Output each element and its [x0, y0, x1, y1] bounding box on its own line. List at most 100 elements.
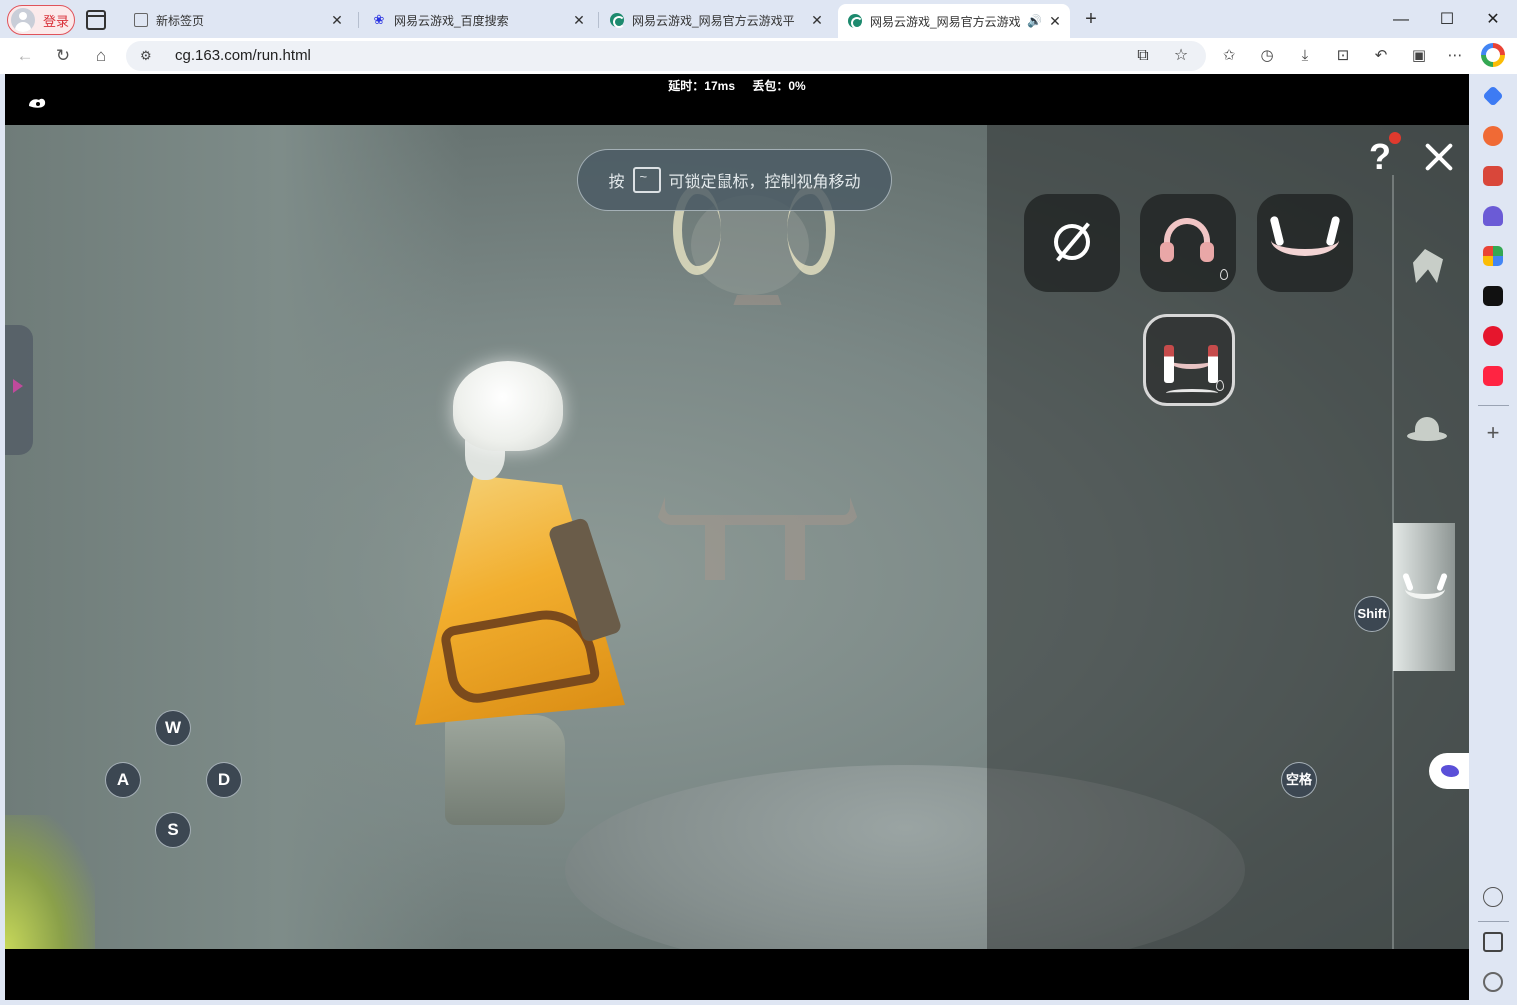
- grass-patch: [5, 815, 95, 949]
- sidebar-separator: [1478, 405, 1509, 406]
- headphones-icon: [1160, 218, 1214, 262]
- tassel-headdress-icon: [1160, 341, 1222, 385]
- outfit-item-tassel-headdress[interactable]: [1143, 314, 1235, 406]
- tab-new-tab[interactable]: 新标签页 ✕: [124, 6, 352, 34]
- weibo-icon[interactable]: [1483, 326, 1503, 346]
- stream-stats: 延时：17ms 丢包：0%: [5, 77, 1469, 94]
- close-tab-icon[interactable]: ✕: [328, 12, 346, 29]
- browser-sidebar: +: [1470, 74, 1517, 1005]
- tiktok-icon[interactable]: [1483, 286, 1503, 306]
- a-key-hint[interactable]: A: [105, 762, 141, 798]
- favorites-icon[interactable]: ✩: [1219, 46, 1239, 66]
- category-hair-icon[interactable]: [1399, 237, 1453, 297]
- address-toolbar: ← ↻ ⌂ ⚙ cg.163.com/run.html ⧉ ☆ ✩ ◷ ⤓ ⊡ …: [0, 38, 1517, 74]
- close-tab-icon[interactable]: ✕: [570, 12, 588, 29]
- packet-loss-text: 丢包：0%: [752, 79, 806, 93]
- reload-icon[interactable]: ↻: [52, 45, 74, 67]
- chevron-right-icon: [13, 379, 23, 393]
- maximize-button[interactable]: ☐: [1435, 8, 1459, 32]
- toolbox-icon[interactable]: ▣: [1409, 46, 1429, 66]
- outfit-item-headphones[interactable]: [1140, 194, 1236, 292]
- netease-cloud-game-icon: [848, 14, 863, 29]
- tab-title: 网易云游戏_网易官方云游戏: [870, 14, 1021, 29]
- mouse-lock-hint: 按 可锁定鼠标，控制视角移动: [577, 149, 892, 211]
- avatar-icon: [11, 8, 35, 32]
- horn-accessory-icon: [1405, 579, 1445, 599]
- w-key-hint[interactable]: W: [155, 710, 191, 746]
- tab-netease-cloud-game[interactable]: 网易云游戏_网易官方云游戏平 ✕: [600, 6, 832, 34]
- category-hat-icon[interactable]: [1399, 405, 1453, 465]
- close-closet-button[interactable]: [1423, 141, 1455, 173]
- none-icon: [1054, 224, 1090, 260]
- tab-separator: [598, 12, 599, 28]
- baidu-icon: ❀: [373, 12, 385, 27]
- close-tab-icon[interactable]: ✕: [1046, 13, 1064, 30]
- cloud-game-logo-icon[interactable]: [27, 96, 47, 110]
- category-horn-accessory-tab[interactable]: [1393, 523, 1455, 671]
- candle-drop-icon: [1216, 380, 1224, 391]
- bookmark-star-icon[interactable]: ☆: [1171, 46, 1191, 66]
- hint-prefix: 按: [608, 174, 625, 191]
- close-window-button[interactable]: ✕: [1481, 8, 1505, 32]
- ai-assistant-icon[interactable]: [1483, 887, 1503, 907]
- tab-baidu-search[interactable]: ❀ 网易云游戏_百度搜索 ✕: [362, 6, 594, 34]
- latency-text: 延时：17ms: [668, 79, 735, 93]
- outfit-item-horns[interactable]: [1257, 194, 1353, 292]
- tab-title: 网易云游戏_百度搜索: [394, 13, 509, 28]
- apps-icon[interactable]: [1483, 246, 1503, 266]
- help-button[interactable]: ?: [1365, 137, 1395, 177]
- tab-title: 新标签页: [156, 13, 205, 28]
- tab-separator: [358, 12, 359, 28]
- login-button[interactable]: 登录: [7, 5, 75, 35]
- spirit-drawing-leg: [785, 525, 805, 580]
- side-drawer-handle[interactable]: [5, 325, 33, 455]
- floating-assistant-tab[interactable]: [1429, 753, 1469, 789]
- cloud-game-viewport[interactable]: 延时：17ms 丢包：0% 按 可锁定鼠标，控制视角移动 ?: [5, 74, 1469, 1000]
- tag-icon[interactable]: [1482, 85, 1504, 107]
- tilde-key-icon: [632, 167, 661, 193]
- d-key-hint[interactable]: D: [206, 762, 242, 798]
- settings-gear-icon[interactable]: [1483, 972, 1503, 992]
- site-info-icon[interactable]: ⚙: [140, 48, 156, 64]
- outfit-item-none[interactable]: [1024, 194, 1120, 292]
- notification-dot: [1389, 132, 1401, 144]
- game-scene[interactable]: 按 可锁定鼠标，控制视角移动 ?: [5, 125, 1469, 949]
- tab-netease-cloud-game-active[interactable]: 网易云游戏_网易官方云游戏 🔊 ✕: [838, 4, 1070, 38]
- shift-key-hint[interactable]: Shift: [1354, 596, 1390, 632]
- restore-icon[interactable]: ↶: [1371, 46, 1391, 66]
- address-bar[interactable]: ⚙ cg.163.com/run.html ⧉ ☆: [126, 41, 1206, 71]
- add-sidebar-item-icon[interactable]: +: [1483, 422, 1503, 444]
- s-key-hint[interactable]: S: [155, 812, 191, 848]
- new-tab-button[interactable]: +: [1080, 8, 1102, 30]
- character-hair: [453, 361, 563, 451]
- spirit-drawing-body: [655, 295, 860, 525]
- download-icon[interactable]: ⤓: [1295, 46, 1315, 66]
- clipboard-icon[interactable]: ⧉: [1133, 46, 1153, 66]
- close-tab-icon[interactable]: ✕: [808, 12, 826, 29]
- back-icon[interactable]: ←: [14, 45, 36, 67]
- login-label: 登录: [43, 13, 70, 29]
- url-text[interactable]: cg.163.com/run.html: [175, 47, 311, 64]
- speaker-icon[interactable]: 🔊: [1027, 14, 1042, 28]
- xiaohongshu-icon[interactable]: [1483, 366, 1503, 386]
- hint-text: 可锁定鼠标，控制视角移动: [668, 174, 861, 191]
- game-app-icon[interactable]: [1483, 206, 1503, 226]
- equipped-indicator: [1166, 389, 1218, 397]
- office-icon[interactable]: [1483, 126, 1503, 146]
- horns-icon: [1271, 224, 1339, 256]
- toolbox-app-icon[interactable]: [1483, 166, 1503, 186]
- page-icon: [134, 13, 148, 27]
- character-legs: [445, 715, 565, 825]
- tab-list-icon[interactable]: [86, 10, 106, 30]
- google-icon[interactable]: [1481, 43, 1505, 67]
- sidebar-toggle-icon[interactable]: [1483, 932, 1503, 952]
- candle-drop-icon: [1220, 269, 1228, 280]
- history-icon[interactable]: ◷: [1257, 46, 1277, 66]
- screenshot-icon[interactable]: ⊡: [1333, 46, 1353, 66]
- tab-strip: 登录 新标签页 ✕ ❀ 网易云游戏_百度搜索 ✕ 网易云游戏_网易官方云游戏平 …: [0, 0, 1517, 40]
- home-icon[interactable]: ⌂: [90, 45, 112, 67]
- minimize-button[interactable]: —: [1389, 8, 1413, 32]
- space-key-hint[interactable]: 空格: [1281, 762, 1317, 798]
- sidebar-separator: [1478, 921, 1509, 922]
- more-menu-icon[interactable]: ⋯: [1445, 46, 1465, 66]
